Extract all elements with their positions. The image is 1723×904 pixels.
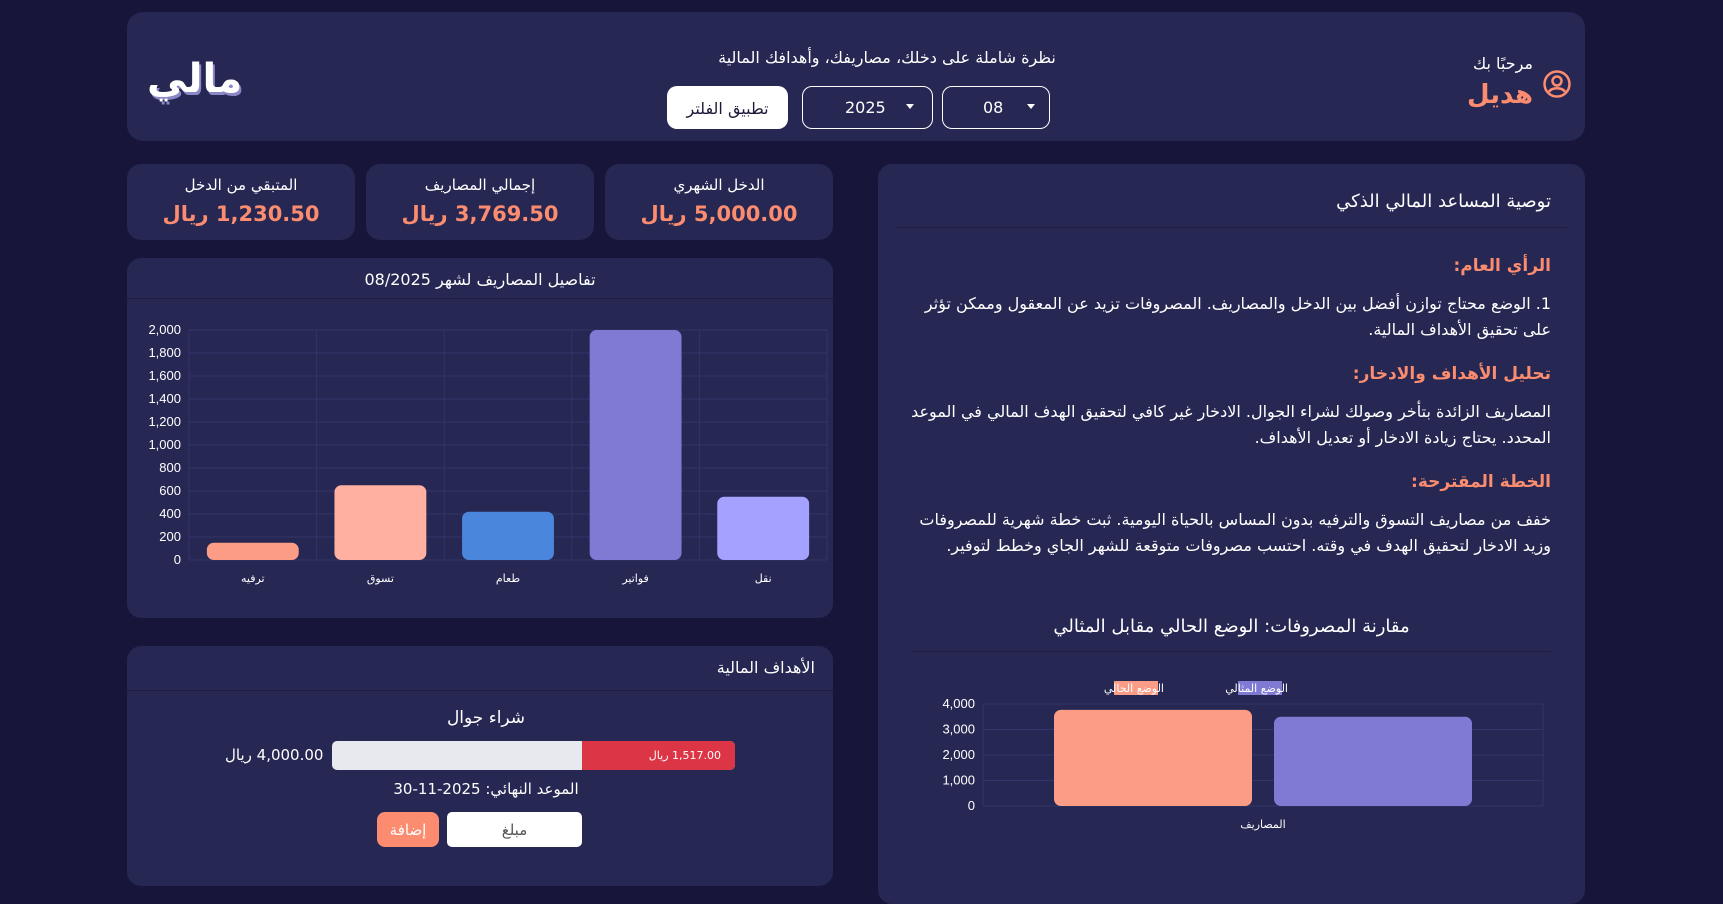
year-select[interactable]: 2025 [802,86,933,129]
y-tick-label: 0 [968,798,975,813]
x-tick-label: فواتير [621,572,648,585]
stat-label: الدخل الشهري [673,176,765,194]
stat-label: المتبقي من الدخل [184,176,298,194]
compare-bar-chart: 0 1,000 2,000 3,000 4,000 المصاريف الوضع المثا… [942,681,1544,831]
y-tick-label: 800 [159,460,181,475]
filter-area: نظرة شاملة على دخلك، مصاريفك، وأهدافك ال… [667,38,1107,129]
stat-label: إجمالي المصاريف [424,176,536,194]
divider [127,690,833,691]
expense-bar [717,496,810,560]
goal-target: 4,000.00 ريال [225,746,324,764]
chevron-down-icon [1027,104,1035,109]
y-tick-label: 1,000 [942,773,975,788]
y-tick-label: 600 [159,483,181,498]
goal-deadline: الموعد النهائي: 2025-11-30 [393,780,579,798]
tagline: نظرة شاملة على دخلك، مصاريفك، وأهدافك ال… [718,48,1056,67]
goal-name: شراء جوال [446,708,526,728]
stat-card-income: الدخل الشهري 5,000.00 ريال [605,164,833,240]
apply-filter-button[interactable]: تطبيق الفلتر [667,86,788,129]
expense-bar [334,485,427,560]
stat-value: 3,769.50 ريال [401,202,559,226]
y-tick-label: 0 [174,552,181,567]
x-tick-label: نقل [755,572,772,585]
expense-bar [589,330,682,560]
compare-bar [1274,716,1472,806]
y-tick-label: 200 [159,529,181,544]
x-tick-label: المصاريف [1240,818,1285,831]
header: مرحبًا بك هديل نظرة شاملة على دخلك، مصار… [127,12,1585,141]
y-tick-label: 1,000 [148,437,181,452]
goal-progress-bar: 1,517.00 ريال [332,741,735,770]
y-tick-label: 2,000 [942,747,975,762]
expense-bar [462,511,554,560]
legend-label: الوضع الحالي [1104,682,1164,695]
y-tick-label: 1,600 [148,368,181,383]
stat-card-remaining: المتبقي من الدخل 1,230.50 ريال [127,164,355,240]
month-value: 08 [983,98,1004,117]
amount-input[interactable] [447,812,582,847]
expense-chart-card: تفاصيل المصاريف لشهر 08/2025 0 200 400 600 8… [127,258,833,618]
y-tick-label: 2,000 [148,322,181,337]
x-tick-label: ترفيه [241,572,265,585]
add-amount-button[interactable]: إضافة [377,812,439,847]
stat-card-expenses: إجمالي المصاريف 3,769.50 ريال [366,164,594,240]
x-tick-label: تسوق [367,572,394,585]
month-select[interactable]: 08 [942,86,1050,129]
user-circle-icon[interactable] [1543,70,1571,98]
y-tick-label: 3,000 [942,722,975,737]
app-logo: مالي [147,56,243,102]
year-value: 2025 [845,98,886,117]
y-tick-label: 4,000 [942,696,975,711]
legend-label: الوضع المثالي [1225,682,1288,695]
y-tick-label: 400 [159,506,181,521]
goals-title: الأهداف المالية [716,658,815,677]
welcome-block: مرحبًا بك هديل [1421,40,1571,110]
y-tick-label: 1,800 [148,345,181,360]
y-tick-label: 1,400 [148,391,181,406]
expense-bar [206,542,299,560]
y-tick-label: 1,200 [148,414,181,429]
stat-value: 5,000.00 ريال [640,202,798,226]
goal-progress-fill: 1,517.00 ريال [581,741,735,770]
user-name: هديل [1466,80,1533,110]
compare-bar [1054,709,1252,806]
advisor-card: توصية المساعد المالي الذكي الرأي العام: … [878,164,1585,904]
chevron-down-icon [906,104,914,109]
goals-card: الأهداف المالية شراء جوال 1,517.00 ريال … [127,646,833,886]
x-tick-label: طعام [496,572,520,585]
welcome-text: مرحبًا بك [1472,54,1533,73]
expense-bar-chart: 0 200 400 600 800 1,000 1,200 1,400 1,600 1,800 2,… [148,322,828,585]
stat-value: 1,230.50 ريال [162,202,320,226]
